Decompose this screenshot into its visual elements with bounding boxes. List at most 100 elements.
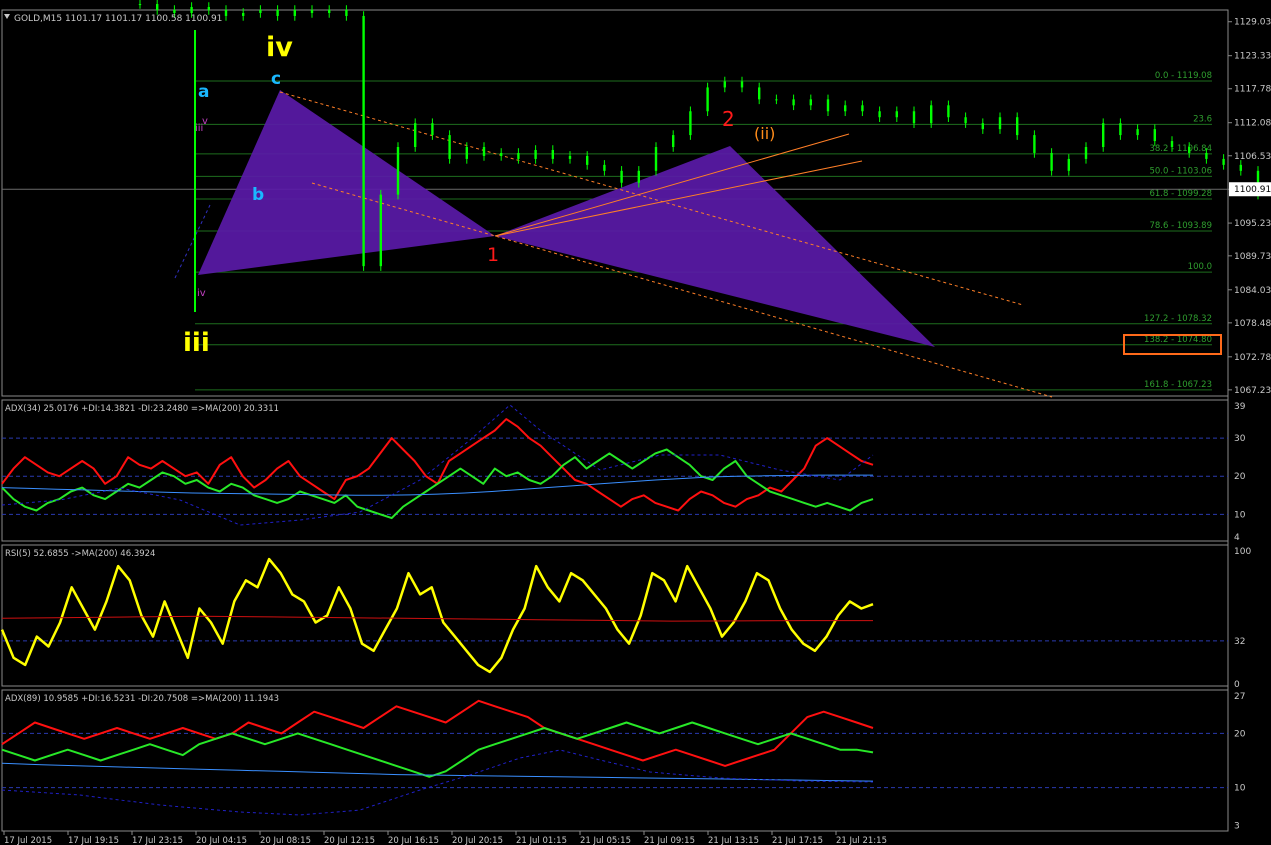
- indicator-tick-label: 39: [1234, 402, 1246, 412]
- price-candle-body: [414, 123, 417, 148]
- indicator-tick-label: 10: [1234, 510, 1246, 520]
- price-candle-body: [1153, 129, 1156, 142]
- time-tick-label: 21 Jul 05:15: [580, 836, 631, 845]
- time-tick-label: 21 Jul 13:15: [708, 836, 759, 845]
- price-candle-body: [1016, 117, 1019, 136]
- time-axis: 17 Jul 2015 17 Jul 19:15 17 Jul 23:15 20 Ju…: [3, 831, 887, 845]
- price-candle-body: [482, 147, 486, 156]
- indicator-series-line: [1, 762, 874, 782]
- price-tick-label: 1095.23: [1234, 219, 1271, 229]
- price-candle-body: [981, 123, 984, 130]
- price-candle-body: [379, 194, 382, 267]
- price-candle-body: [620, 170, 623, 183]
- price-candle-body: [1170, 141, 1174, 148]
- price-candle-body: [706, 87, 709, 112]
- price-candle-body: [345, 10, 348, 16]
- fib-level-label: 0.0 - 1119.08: [1155, 71, 1212, 81]
- adx89-panel: ADX(89) 10.9585 +DI:16.5231 -DI:20.7508 …: [1, 692, 1246, 832]
- price-candle-body: [672, 135, 675, 148]
- price-candle-body: [809, 99, 812, 106]
- fib-level-label: 100.0: [1188, 262, 1212, 272]
- price-candle-body: [259, 10, 262, 13]
- price-candle-body: [637, 170, 640, 183]
- fib-level-label: 127.2 - 1078.32: [1144, 314, 1212, 324]
- wave-label-iv: iv: [266, 32, 293, 63]
- time-tick-label: 21 Jul 09:15: [644, 836, 695, 845]
- rsi5-panel: RSI(5) 52.6855 ->MA(200) 46.3924 100 32 0: [0, 547, 1251, 690]
- price-candle-body: [156, 4, 159, 10]
- price-candle-body: [930, 105, 933, 124]
- price-candle-body: [551, 149, 554, 159]
- price-tick-label: 1084.03: [1234, 286, 1271, 296]
- price-candle-body: [1033, 135, 1036, 153]
- indicator-tick-label: 20: [1234, 729, 1246, 739]
- price-candle-body: [964, 117, 967, 124]
- price-candle-body: [1084, 147, 1088, 159]
- time-tick-label: 17 Jul 19:15: [68, 836, 119, 845]
- fib-level-label: 78.6 - 1093.89: [1149, 221, 1212, 231]
- chart-menu-triangle-icon[interactable]: [4, 14, 10, 19]
- price-tick-label: 1100.91: [1234, 185, 1271, 195]
- price-candle-body: [844, 105, 847, 112]
- time-tick-label: 20 Jul 16:15: [388, 836, 439, 845]
- panel-frame-adx2: [1, 689, 1229, 832]
- indicator-title: ADX(89) 10.9585 +DI:16.5231 -DI:20.7508 …: [5, 694, 279, 704]
- indicator-title: RSI(5) 52.6855 ->MA(200) 46.3924: [5, 549, 155, 559]
- price-candle-body: [431, 123, 434, 136]
- indicator-tick-label: 32: [1234, 637, 1245, 647]
- price-candle-body: [173, 10, 176, 13]
- price-tick-label: 1117.78: [1234, 85, 1271, 95]
- price-candle-body: [276, 10, 279, 16]
- fib-level-label: 161.8 - 1067.23: [1144, 380, 1212, 390]
- panel-frame-rsi: [1, 544, 1229, 687]
- price-tick-label: 1067.23: [1234, 386, 1271, 396]
- indicator-tick-label: 100: [1234, 547, 1251, 557]
- adx34-panel: ADX(34) 25.0176 +DI:14.3821 -DI:23.2480 …: [1, 402, 1246, 543]
- wave-label-iii: iii: [183, 328, 210, 358]
- price-tick-label: 1112.08: [1234, 119, 1271, 129]
- indicator-tick-label: 27: [1234, 692, 1245, 702]
- price-candle-body: [775, 99, 778, 101]
- price-tick-label: 1129.03: [1234, 18, 1271, 28]
- time-tick-label: 21 Jul 17:15: [772, 836, 823, 845]
- price-candle-body: [1188, 147, 1191, 153]
- price-tick-label: 1123.33: [1234, 52, 1271, 62]
- fib-level-label: 23.6: [1193, 114, 1212, 124]
- price-candle-body: [878, 111, 881, 118]
- time-tick-label: 20 Jul 08:15: [260, 836, 311, 845]
- indicator-series-line: [1, 615, 873, 622]
- price-candle-body: [224, 10, 228, 16]
- indicator-tick-label: 0: [1234, 680, 1240, 690]
- price-tick-label: 1089.73: [1234, 252, 1271, 262]
- price-candle-body: [465, 147, 468, 159]
- price-candle-body: [534, 149, 537, 159]
- indicator-tick-label: 10: [1234, 784, 1246, 794]
- price-candle-body: [654, 147, 658, 171]
- price-candle-body: [826, 99, 830, 112]
- indicator-tick-label: 3: [1234, 822, 1240, 832]
- time-tick-label: 21 Jul 21:15: [836, 836, 887, 845]
- price-candle-body: [895, 111, 898, 118]
- price-candle-body: [1050, 152, 1053, 171]
- indicator-tick-label: 20: [1234, 472, 1246, 482]
- time-tick-label: 17 Jul 23:15: [132, 836, 183, 845]
- wave-label-1: 1: [487, 244, 499, 266]
- price-candle-body: [792, 99, 795, 106]
- time-tick-label: 20 Jul 12:15: [324, 836, 375, 845]
- price-candle-body: [362, 15, 365, 267]
- price-candle-body: [517, 152, 520, 159]
- pattern-triangle-xab: [198, 90, 495, 275]
- price-candle-body: [1119, 123, 1122, 136]
- price-candle-body: [1136, 129, 1139, 136]
- price-candle-body: [1205, 152, 1208, 159]
- time-tick-label: 20 Jul 04:15: [196, 836, 247, 845]
- price-candle-body: [912, 111, 916, 124]
- indicator-tick-label: 30: [1234, 434, 1246, 444]
- price-candle-body: [586, 155, 589, 165]
- price-candle-body: [242, 12, 245, 16]
- indicator-series-line: [0, 557, 874, 674]
- fib-level-label: 138.2 - 1074.80: [1144, 335, 1212, 345]
- price-candle-body: [310, 10, 314, 13]
- panel-frame-adx1: [1, 399, 1229, 542]
- time-tick-label: 20 Jul 20:15: [452, 836, 503, 845]
